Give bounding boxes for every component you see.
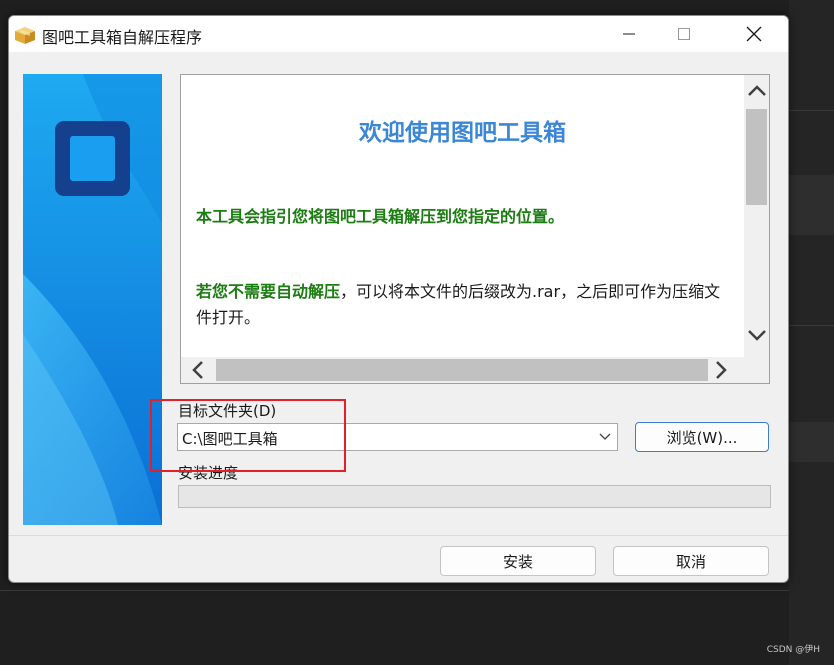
minimize-icon xyxy=(623,33,635,35)
install-button[interactable]: 安装 xyxy=(440,546,596,576)
desktop-background-line xyxy=(789,175,834,235)
note-text: 若您不需要自动解压，可以将本文件的后缀改为.rar，之后即可作为压缩文件打开。 xyxy=(196,279,731,331)
cancel-button[interactable]: 取消 xyxy=(613,546,769,576)
chevron-down-icon[interactable] xyxy=(599,432,611,442)
desktop-background-line xyxy=(789,422,834,462)
package-icon xyxy=(15,27,35,44)
annotation-highlight-box xyxy=(150,399,346,472)
vertical-scroll-thumb[interactable] xyxy=(746,109,767,205)
watermark: CSDN @伊H xyxy=(766,645,820,655)
title-bar[interactable]: 图吧工具箱自解压程序 xyxy=(9,16,788,52)
banner-image xyxy=(23,74,162,525)
desktop-background-line xyxy=(789,110,834,111)
close-icon xyxy=(746,26,762,42)
welcome-text-area: 欢迎使用图吧工具箱 本工具会指引您将图吧工具箱解压到您指定的位置。 若您不需要自… xyxy=(181,75,744,357)
scroll-up-icon[interactable] xyxy=(747,83,767,99)
desktop-background-panel xyxy=(789,0,834,665)
desktop-background-line xyxy=(0,590,789,591)
scroll-right-icon[interactable] xyxy=(712,360,730,380)
note-highlight: 若您不需要自动解压 xyxy=(196,282,341,301)
scrollbar-corner xyxy=(744,357,769,383)
install-progress-bar xyxy=(178,485,771,508)
horizontal-scrollbar[interactable] xyxy=(181,357,744,383)
maximize-button[interactable] xyxy=(661,16,707,52)
vertical-scrollbar[interactable] xyxy=(744,75,769,357)
horizontal-scroll-thumb[interactable] xyxy=(216,359,708,381)
intro-text: 本工具会指引您将图吧工具箱解压到您指定的位置。 xyxy=(196,207,565,226)
maximize-icon xyxy=(678,28,690,40)
scroll-down-icon[interactable] xyxy=(747,327,767,343)
footer-divider xyxy=(9,535,788,536)
desktop-background-line xyxy=(789,325,834,326)
minimize-button[interactable] xyxy=(606,16,652,52)
browse-button[interactable]: 浏览(W)... xyxy=(635,422,769,452)
welcome-heading: 欢迎使用图吧工具箱 xyxy=(359,120,566,146)
close-button[interactable] xyxy=(731,16,777,52)
welcome-panel: 欢迎使用图吧工具箱 本工具会指引您将图吧工具箱解压到您指定的位置。 若您不需要自… xyxy=(180,74,770,384)
window-title: 图吧工具箱自解压程序 xyxy=(42,28,203,47)
installer-window: 图吧工具箱自解压程序 欢迎使用图吧工具箱 本工具会指引您将图吧工具箱解压到您指定… xyxy=(8,15,789,583)
scroll-left-icon[interactable] xyxy=(189,360,207,380)
